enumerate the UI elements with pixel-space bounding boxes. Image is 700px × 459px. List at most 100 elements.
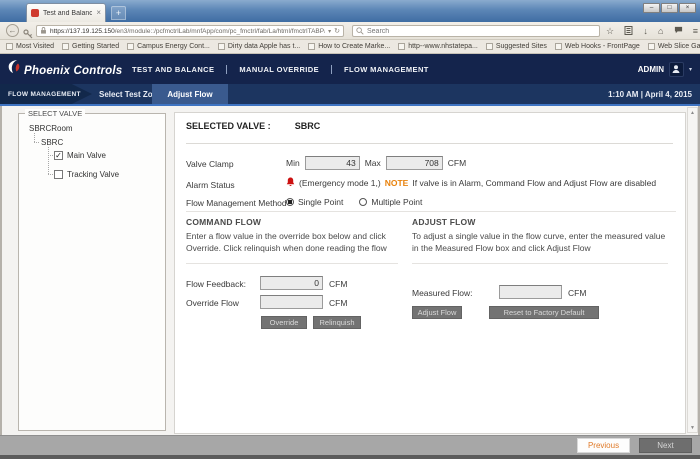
column-divider <box>412 263 668 264</box>
bookmark-item[interactable]: Dirty data Apple has t... <box>218 43 300 50</box>
minimize-button[interactable]: – <box>643 3 660 13</box>
previous-button[interactable]: Previous <box>577 438 630 453</box>
bookmark-item[interactable]: Web Hooks - FrontPage <box>555 43 640 50</box>
bookmark-favicon-icon <box>308 43 315 50</box>
tree-node-main-valve[interactable]: Main Valve <box>67 151 106 160</box>
nav-test-and-balance[interactable]: TEST AND BALANCE <box>132 65 214 74</box>
datetime-display: 1:10 AM | April 4, 2015 <box>608 84 692 104</box>
measured-flow-unit: CFM <box>568 288 586 298</box>
alarm-status-label: Alarm Status <box>186 180 235 190</box>
breadcrumb-bar: FLOW MANAGEMENT Select Test Zone Adjust … <box>0 84 700 104</box>
next-button[interactable]: Next <box>639 438 692 453</box>
section-divider <box>186 211 676 212</box>
breadcrumb-root[interactable]: FLOW MANAGEMENT <box>0 84 92 104</box>
reset-factory-default-button[interactable]: Reset to Factory Default <box>489 306 599 319</box>
radio-single-point[interactable] <box>286 198 294 206</box>
menu-icon[interactable]: ≡ <box>693 26 698 36</box>
flow-feedback-label: Flow Feedback: <box>186 279 246 289</box>
bookmark-item[interactable]: Suggested Sites <box>486 43 547 50</box>
url-host: https://137.19.125.150 <box>50 28 115 35</box>
column-divider <box>186 263 398 264</box>
reading-list-icon[interactable] <box>624 26 633 37</box>
window-bottom-border <box>0 455 700 459</box>
home-icon[interactable]: ⌂ <box>658 26 663 36</box>
downloads-icon[interactable]: ↓ <box>643 26 648 36</box>
bookmark-favicon-icon <box>486 43 493 50</box>
checkbox-main-valve[interactable]: ✓ <box>54 151 63 160</box>
tree-node-room[interactable]: SBRCRoom <box>29 124 73 133</box>
note-label: NOTE <box>385 178 409 188</box>
window-border <box>0 106 2 455</box>
max-label: Max <box>365 158 381 168</box>
close-button[interactable]: × <box>679 3 696 13</box>
nav-divider <box>226 65 227 74</box>
bookmark-item[interactable]: http--www.nhstatepa... <box>398 43 478 50</box>
adjust-flow-button[interactable]: Adjust Flow <box>412 306 462 319</box>
select-valve-legend: SELECT VALVE <box>25 109 85 118</box>
adjust-flow-description: To adjust a single value in the flow cur… <box>412 231 668 254</box>
tree-node-zone[interactable]: SBRC <box>41 138 63 147</box>
chat-icon[interactable] <box>674 26 683 37</box>
selected-valve-label: SELECTED VALVE : <box>186 121 271 131</box>
bookmark-item[interactable]: How to Create Marke... <box>308 43 390 50</box>
bookmarks-bar: Most Visited Getting Started Campus Ener… <box>0 40 700 54</box>
bookmark-item[interactable]: Most Visited <box>6 43 54 50</box>
url-dropdown-icon[interactable]: ▾ <box>328 28 331 35</box>
selected-valve-row: SELECTED VALVE : SBRC <box>186 121 320 131</box>
bookmark-item[interactable]: Web Slice Gallery <box>648 43 700 50</box>
method-options: Single Point Multiple Point <box>286 195 422 208</box>
navigation-toolbar: ← https://137.19.125.150/en3/module::/pc… <box>0 22 700 40</box>
radio-multiple-point[interactable] <box>359 198 367 206</box>
main-nav: TEST AND BALANCE MANUAL OVERRIDE FLOW MA… <box>132 54 429 84</box>
bookmark-favicon-icon <box>218 43 225 50</box>
tree-node-tracking-valve[interactable]: Tracking Valve <box>67 170 119 179</box>
flow-feedback-unit: CFM <box>329 279 347 289</box>
tree-connector <box>48 147 49 174</box>
titlebar: Test and Balance × + – □ × <box>0 0 700 22</box>
vertical-scrollbar[interactable]: ▲ ▼ <box>687 107 698 433</box>
reload-icon[interactable]: ↻ <box>334 27 340 35</box>
url-path: /en3/module::/pcfmctrlLab/mnfApp/com/pc_… <box>115 28 325 35</box>
scroll-down-icon[interactable]: ▼ <box>688 423 697 432</box>
bookmark-favicon-icon <box>62 43 69 50</box>
override-flow-input[interactable] <box>260 295 323 309</box>
flow-feedback-input[interactable] <box>260 276 323 290</box>
bookmark-item[interactable]: Getting Started <box>62 43 119 50</box>
bookmark-favicon-icon <box>6 43 13 50</box>
tab-adjust-flow[interactable]: Adjust Flow <box>152 84 228 104</box>
url-bar[interactable]: https://137.19.125.150/en3/module::/pcfm… <box>36 25 344 37</box>
override-button[interactable]: Override <box>261 316 307 329</box>
tree-connector <box>48 155 53 156</box>
search-box[interactable] <box>352 25 600 37</box>
maximize-button[interactable]: □ <box>661 3 678 13</box>
measured-flow-input[interactable] <box>499 285 562 299</box>
browser-window: Test and Balance × + – □ × ← https://137… <box>0 0 700 459</box>
override-flow-label: Override Flow <box>186 298 239 308</box>
browser-tab[interactable]: Test and Balance × <box>26 3 106 22</box>
scroll-up-icon[interactable]: ▲ <box>688 108 697 117</box>
min-input[interactable] <box>305 156 360 170</box>
lock-icon <box>40 22 47 40</box>
relinquish-button[interactable]: Relinquish <box>313 316 361 329</box>
bookmark-star-icon[interactable]: ☆ <box>606 26 614 36</box>
checkbox-tracking-valve[interactable] <box>54 170 63 179</box>
tab-close-icon[interactable]: × <box>96 9 101 17</box>
nav-manual-override[interactable]: MANUAL OVERRIDE <box>239 65 319 74</box>
tree-connector <box>34 133 35 142</box>
override-flow-unit: CFM <box>329 298 347 308</box>
note-text: If valve is in Alarm, Command Flow and A… <box>412 178 656 188</box>
phoenix-swoosh-icon <box>8 59 21 82</box>
min-label: Min <box>286 158 300 168</box>
back-button[interactable]: ← <box>6 24 19 37</box>
user-menu[interactable]: ADMIN ▾ <box>638 54 692 84</box>
multiple-point-label: Multiple Point <box>371 197 422 207</box>
search-input[interactable] <box>367 28 596 35</box>
bookmark-item[interactable]: Campus Energy Cont... <box>127 43 210 50</box>
new-tab-button[interactable]: + <box>111 6 126 20</box>
app-header: Phoenix Controls TEST AND BALANCE MANUAL… <box>0 54 700 84</box>
user-caret-icon[interactable]: ▾ <box>689 66 692 73</box>
clamp-unit: CFM <box>448 158 466 168</box>
nav-flow-management[interactable]: FLOW MANAGEMENT <box>344 65 429 74</box>
user-avatar[interactable] <box>669 62 684 77</box>
max-input[interactable] <box>386 156 443 170</box>
